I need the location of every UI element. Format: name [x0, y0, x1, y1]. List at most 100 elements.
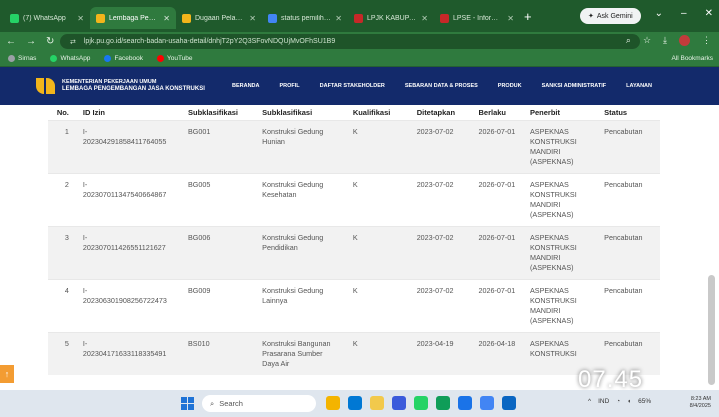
- back-arrow-icon[interactable]: ←: [6, 36, 16, 47]
- close-tab-icon[interactable]: ✕: [421, 14, 428, 23]
- cell-dit: 2023-07-02: [412, 225, 475, 279]
- taskbar-clock[interactable]: 8:23 AM 8/4/2025: [690, 396, 711, 410]
- chevron-down-icon[interactable]: ⌄: [655, 8, 663, 19]
- nav-item[interactable]: PROFIL: [280, 83, 300, 89]
- zoom-icon[interactable]: ⌕: [626, 35, 631, 46]
- taskbar-app-icon[interactable]: [392, 396, 406, 410]
- bookmark-item[interactable]: WhatsApp: [50, 55, 90, 62]
- battery-level[interactable]: 65%: [638, 398, 651, 405]
- browser-tab[interactable]: (7) WhatsApp ✕: [4, 7, 90, 29]
- volume-icon[interactable]: ◖: [627, 398, 631, 405]
- wifi-icon[interactable]: ◔: [616, 398, 620, 405]
- pu-logo[interactable]: [36, 76, 56, 96]
- menu-icon[interactable]: ⋮: [702, 35, 711, 46]
- col-berlaku: Berlaku: [478, 107, 507, 117]
- cell-id: I- 202306301908256722473: [78, 278, 184, 332]
- col-penerbit: Penerbit: [530, 107, 561, 117]
- nav-item[interactable]: SANKSI ADMINISTRATIF: [542, 83, 606, 89]
- taskbar-app-icon[interactable]: [370, 396, 384, 410]
- scroll-top-button[interactable]: ↑: [0, 365, 14, 383]
- cell-subname: Konstruksi Gedung Lainnya: [258, 278, 349, 332]
- col-no: No.: [56, 107, 69, 117]
- bookmark-favicon-icon: [156, 55, 164, 62]
- close-tab-icon[interactable]: ✕: [335, 14, 342, 23]
- browser-tab[interactable]: LPSE - Informasi ✕: [434, 7, 520, 29]
- gemini-icon: ✦: [588, 13, 594, 20]
- system-tray: ^ IND ◔ ◖ 65%: [588, 398, 651, 405]
- table-row: 5 I- 202304171633118335491 BS010 Konstruksi…: [48, 331, 660, 375]
- minimize-icon[interactable]: –: [681, 8, 687, 19]
- nav-item[interactable]: DAFTAR STAKEHOLDER: [320, 83, 385, 89]
- browser-tab[interactable]: LPJK KABUPATEN✕: [348, 7, 434, 29]
- bookmark-item[interactable]: Facebook: [104, 55, 143, 62]
- cell-pen: ASPEKNAS KONSTRUKSI MANDIRI (ASPEKNAS): [526, 225, 601, 279]
- bookmark-label: WhatsApp: [60, 55, 91, 62]
- taskbar-app-icon[interactable]: [458, 396, 472, 410]
- tab-list: (7) WhatsApp✕Lembaga Pengem✕Dugaan Pelan…: [4, 3, 520, 29]
- new-tab-button[interactable]: +: [524, 9, 532, 24]
- taskbar-app-icon[interactable]: [326, 396, 340, 410]
- ask-gemini-button[interactable]: ✦ Ask Gemini: [580, 8, 641, 24]
- site-header: KEMENTERIAN PEKERJAAN UMUM LEMBAGA PENGE…: [0, 67, 719, 105]
- close-tab-icon[interactable]: ✕: [77, 14, 84, 23]
- profile-avatar[interactable]: [679, 35, 690, 46]
- cell-kual: K: [348, 172, 413, 226]
- tab-favicon-icon: [182, 13, 191, 23]
- main-content: No. ID Izin Subklasifikasi Subklasifikas…: [0, 105, 719, 390]
- taskbar-app-icon[interactable]: [502, 396, 516, 410]
- nav-item[interactable]: SEBARAN DATA & PROSES: [405, 83, 478, 89]
- table-row: 2 I- 202307011347540664867 BG005 Konstruksi…: [48, 172, 660, 226]
- cell-st: Pencabutan: [600, 278, 660, 332]
- browser-tab[interactable]: status pemilihan ✕: [262, 7, 348, 29]
- taskbar-app-icon[interactable]: [348, 396, 362, 410]
- cell-sub: BG009: [183, 278, 259, 332]
- tab-label: (7) WhatsApp: [23, 14, 66, 22]
- bookmark-list: Sirnas WhatsApp Facebook YouTube: [8, 55, 193, 62]
- ministry-line-1: KEMENTERIAN PEKERJAAN UMUM: [62, 79, 157, 85]
- site-info-icon[interactable]: ⇄: [70, 38, 76, 46]
- browser-tab[interactable]: Dugaan Pelangg ✕: [176, 7, 262, 29]
- taskbar-app-icon[interactable]: [480, 396, 494, 410]
- close-tab-icon[interactable]: ✕: [507, 14, 514, 23]
- close-tab-icon[interactable]: ✕: [163, 14, 170, 23]
- windows-taskbar: ⌕ Search ^ IND ◔ ◖ 65% 8:23 AM 8/4/2025: [0, 390, 719, 417]
- tab-favicon-icon: [440, 13, 449, 23]
- tray-chevron-icon[interactable]: ^: [588, 398, 591, 405]
- cell-st: Pencabutan: [600, 225, 660, 279]
- bookmark-item[interactable]: YouTube: [156, 55, 193, 62]
- izin-table: No. ID Izin Subklasifikasi Subklasifikas…: [48, 105, 660, 375]
- all-bookmarks-link[interactable]: All Bookmarks: [671, 55, 713, 62]
- close-tab-icon[interactable]: ✕: [249, 14, 256, 23]
- nav-item[interactable]: LAYANAN: [626, 83, 652, 89]
- cell-ber: 2026-07-01: [474, 278, 526, 332]
- cell-sub: BG001: [183, 119, 259, 173]
- page-scrollbar[interactable]: [708, 275, 715, 385]
- cell-ber: 2026-04-18: [474, 331, 526, 375]
- forward-arrow-icon[interactable]: →: [26, 36, 36, 47]
- taskbar-app-icon[interactable]: [436, 396, 450, 410]
- bookmark-favicon-icon: [104, 55, 112, 62]
- bookmark-favicon-icon: [8, 55, 15, 62]
- cell-dit: 2023-07-02: [412, 172, 475, 226]
- browser-tab[interactable]: Lembaga Pengem ✕: [90, 7, 176, 29]
- address-bar[interactable]: ⇄ lpjk.pu.go.id/search-badan-usaha-detai…: [60, 34, 640, 49]
- pinned-apps: [326, 396, 516, 410]
- language-indicator[interactable]: IND: [598, 398, 609, 405]
- bookmark-favicon-icon: [50, 55, 58, 62]
- table-row: 4 I- 202306301908256722473 BG009 Konstruksi…: [48, 278, 660, 332]
- tab-label: status pemilihan: [281, 14, 332, 22]
- bookmark-item[interactable]: Sirnas: [8, 55, 36, 62]
- cell-subname: Konstruksi Gedung Kesehatan: [258, 172, 349, 226]
- download-icon[interactable]: ⤓: [663, 35, 667, 46]
- cell-id: I- 202304171633118335491: [78, 331, 184, 375]
- taskbar-app-icon[interactable]: [414, 396, 428, 410]
- start-button[interactable]: [181, 397, 194, 410]
- taskbar-search[interactable]: ⌕ Search: [202, 395, 316, 412]
- tab-label: LPJK KABUPATEN: [367, 14, 418, 22]
- nav-item[interactable]: BERANDA: [232, 83, 260, 89]
- nav-item[interactable]: PRODUK: [498, 83, 522, 89]
- cell-id: I- 202307011347540664867: [78, 172, 184, 226]
- reload-icon[interactable]: ↻: [46, 36, 54, 47]
- bookmark-star-icon[interactable]: ☆: [643, 35, 651, 46]
- close-icon[interactable]: ✕: [705, 8, 713, 19]
